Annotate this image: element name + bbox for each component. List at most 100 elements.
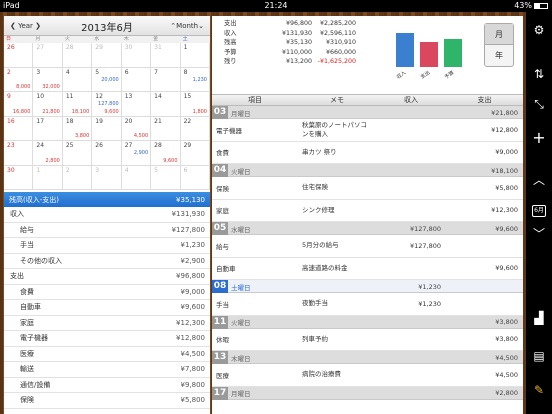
table-row[interactable]: 食費 串カツ 祭り ¥9,000: [212, 142, 523, 164]
calendar-day-cell[interactable]: 23: [4, 141, 34, 166]
day-number: 11: [65, 93, 74, 100]
sort-icon[interactable]: ⇅: [526, 66, 552, 82]
day-group-header[interactable]: 08 土曜日 ¥1,230: [212, 280, 523, 293]
calendar-day-cell[interactable]: 18 3,800: [62, 116, 93, 141]
day-group-header[interactable]: 03 月曜日 ¥21,800: [212, 106, 523, 119]
summary-row[interactable]: 自動車 ¥9,600: [4, 300, 210, 316]
calendar-day-cell[interactable]: 15 1,800: [180, 92, 210, 117]
calendar-day-cell[interactable]: 3 32,000: [33, 67, 63, 92]
calendar-day-cell[interactable]: 29: [180, 141, 210, 166]
column-header: 支出: [477, 96, 492, 104]
calendar-day-cell[interactable]: 26: [4, 43, 34, 68]
calendar-day-cell[interactable]: 19: [92, 116, 122, 141]
mini-bar: [444, 39, 462, 67]
table-row[interactable]: 医療 病院の治療費 ¥4,500: [212, 364, 523, 387]
summary-row[interactable]: 保険 ¥5,800: [4, 393, 210, 409]
calendar-day-cell[interactable]: 16: [4, 116, 34, 141]
calendar-day-cell[interactable]: 10 21,800: [33, 92, 63, 117]
memo-cell: 列車予約: [302, 334, 328, 343]
chevron-up-icon[interactable]: ︿: [526, 172, 552, 188]
calendar-day-cell[interactable]: 26: [92, 141, 122, 166]
calendar-day-cell[interactable]: 8 1,230: [180, 67, 210, 92]
chevron-down-icon[interactable]: ﹀: [526, 226, 552, 242]
column-header: メモ: [330, 96, 344, 104]
table-row[interactable]: 電子機器 秋葉原のノートパソコンを購入 ¥12,800: [212, 119, 523, 142]
mini-bar: [396, 33, 414, 67]
calendar-day-cell[interactable]: 30: [4, 165, 34, 190]
calendar-day-cell[interactable]: 5: [151, 165, 181, 190]
calendar-day-cell[interactable]: 1: [180, 43, 210, 68]
calendar-day-cell[interactable]: 22: [180, 116, 210, 141]
summary-row[interactable]: 通信/設備 ¥9,800: [4, 378, 210, 393]
calendar-icon[interactable]: 6月: [526, 200, 552, 217]
calendar-day-cell[interactable]: 28 9,600: [151, 141, 181, 166]
table-row[interactable]: 自動車 高速道路の料金 ¥9,600: [212, 258, 523, 280]
summary-row[interactable]: 電子機器 ¥12,800: [4, 331, 210, 347]
day-group-header[interactable]: 13 木曜日 ¥4,500: [212, 351, 523, 364]
calendar-day-cell[interactable]: 31: [151, 43, 181, 68]
calendar-day-cell[interactable]: 20 4,500: [121, 116, 152, 141]
calendar-day-cell[interactable]: 28: [62, 43, 93, 68]
memo-cell: 高速道路の料金: [302, 263, 348, 272]
summary-row[interactable]: 家庭 ¥12,300: [4, 316, 210, 331]
calendar-day-cell[interactable]: 11 18,100: [62, 92, 93, 117]
balance-header[interactable]: 残高(収入-支出) ¥35,130: [4, 192, 210, 207]
calendar-day-cell[interactable]: 9 16,800: [4, 92, 34, 117]
day-group-header[interactable]: 17 月曜日 ¥2,800: [212, 386, 523, 400]
calendar-day-cell[interactable]: 29: [92, 43, 122, 68]
day-group-header[interactable]: 04 火曜日 ¥18,100: [212, 164, 523, 177]
calendar-day-cell[interactable]: 6: [180, 165, 210, 190]
calendar-day-cell[interactable]: 2 8,000: [4, 67, 34, 92]
calendar-day-cell[interactable]: 27 2,900: [121, 141, 152, 166]
summary-row[interactable]: その他の収入 ¥2,900: [4, 254, 210, 269]
calendar-day-cell[interactable]: 2: [62, 165, 93, 190]
summary-row[interactable]: 手当 ¥1,230: [4, 238, 210, 254]
document-icon[interactable]: ▤: [526, 348, 552, 364]
day-number: 1: [183, 44, 188, 51]
table-row[interactable]: 休暇 列車予約 ¥3,800: [212, 329, 523, 351]
pencil-icon[interactable]: ✎: [526, 382, 552, 398]
calendar-day-cell[interactable]: 25: [62, 141, 93, 166]
table-row[interactable]: 給与 5月分の給与 ¥127,800: [212, 235, 523, 258]
day-expense: 2,800: [45, 157, 60, 164]
calendar-day-cell[interactable]: 14: [151, 92, 181, 117]
summary-row[interactable]: 輸送 ¥7,800: [4, 362, 210, 378]
calendar-day-cell[interactable]: 27: [33, 43, 63, 68]
calendar-day-cell[interactable]: 5 20,000: [92, 67, 122, 92]
summary-row[interactable]: 支出 ¥96,800: [4, 269, 210, 285]
calendar-day-cell[interactable]: 1: [33, 165, 63, 190]
summary-row[interactable]: 医療 ¥4,500: [4, 347, 210, 362]
calendar-day-cell[interactable]: 12 127,800 9,600: [92, 92, 122, 117]
day-number: 23: [7, 142, 15, 149]
table-row[interactable]: 保険 住宅保険 ¥5,800: [212, 177, 523, 200]
calendar-day-cell[interactable]: 30: [121, 43, 152, 68]
calendar-day-cell[interactable]: 4: [121, 165, 152, 190]
day-label: 17 月曜日: [212, 386, 446, 400]
add-icon[interactable]: +: [526, 130, 552, 146]
calendar-day-cell[interactable]: 6: [121, 67, 152, 92]
month-toggle-button[interactable]: 月: [485, 24, 513, 45]
collapse-icon[interactable]: ⤡: [526, 96, 552, 112]
calendar-day-cell[interactable]: 24 2,800: [33, 141, 63, 166]
calendar-day-cell[interactable]: 17: [33, 116, 63, 141]
day-group-header[interactable]: 05 水曜日 ¥127,800 ¥9,600: [212, 222, 523, 235]
calendar-day-cell[interactable]: 21: [151, 116, 181, 141]
summary-row[interactable]: 収入 ¥131,930: [4, 207, 210, 223]
year-toggle-button[interactable]: 年: [485, 45, 513, 66]
calendar-day-cell[interactable]: 4: [62, 67, 93, 92]
calendar-day-cell[interactable]: 13: [121, 92, 152, 117]
day-number: 3: [36, 68, 41, 76]
summary-row[interactable]: 食費 ¥9,000: [4, 285, 210, 300]
chart-icon[interactable]: ▟: [526, 310, 552, 326]
day-group-header[interactable]: 11 火曜日 ¥3,800: [212, 315, 523, 329]
month-nav[interactable]: ⌃Month⌄: [170, 22, 204, 30]
gear-icon[interactable]: ⚙: [526, 22, 552, 38]
calendar-day-cell[interactable]: 3: [92, 165, 122, 190]
stats-year-value: ¥660,000: [325, 48, 356, 56]
summary-row[interactable]: 給与 ¥127,800: [4, 223, 210, 238]
calendar-day-cell[interactable]: 7: [151, 67, 181, 92]
expense-cell: ¥5,800: [495, 183, 518, 192]
summary-value: ¥7,800: [180, 365, 206, 374]
table-row[interactable]: 家庭 シンク修理 ¥12,300: [212, 200, 523, 222]
table-row[interactable]: 手当 夜勤手当 ¥1,230: [212, 293, 523, 316]
